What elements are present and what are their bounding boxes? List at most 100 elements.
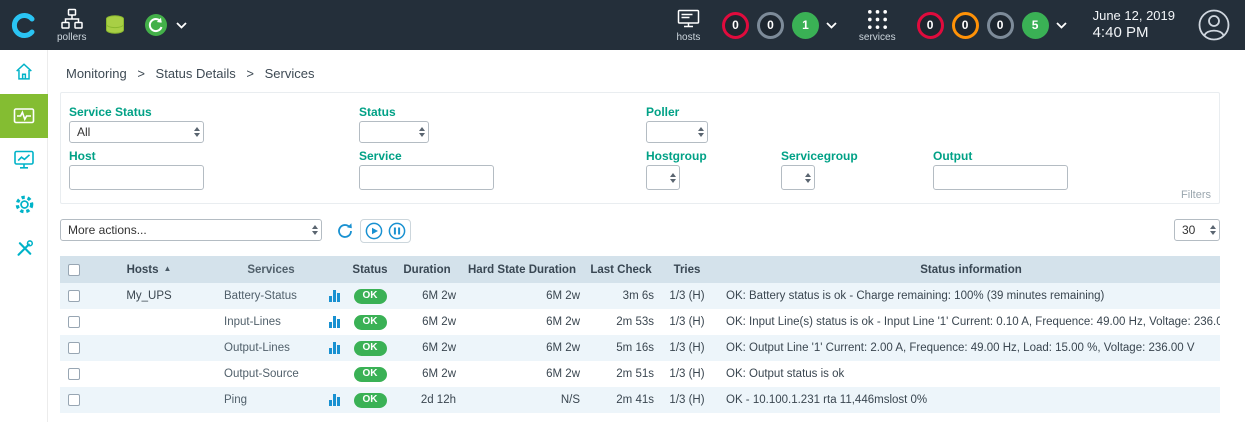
hard-state-duration-cell: 6M 2w	[460, 361, 584, 387]
select-all-checkbox[interactable]	[68, 264, 80, 276]
chevron-down-icon[interactable]	[176, 22, 187, 29]
sidebar-item-administration[interactable]	[0, 226, 48, 270]
service-name[interactable]: Output-Source	[210, 361, 322, 387]
hosts-label: hosts	[676, 33, 700, 43]
header-hard-state-duration[interactable]: Hard State Duration	[460, 256, 584, 283]
hard-state-duration-cell: N/S	[460, 387, 584, 413]
current-date: June 12, 2019	[1093, 8, 1175, 24]
header-services[interactable]: Services	[210, 256, 322, 283]
row-checkbox[interactable]	[68, 316, 80, 328]
header-last-check[interactable]: Last Check	[584, 256, 658, 283]
topbar: pollers	[0, 0, 1245, 50]
service-name[interactable]: Input-Lines	[210, 309, 322, 335]
more-actions-select[interactable]: More actions...	[60, 219, 322, 241]
user-profile-button[interactable]	[1197, 8, 1231, 42]
header-tries[interactable]: Tries	[658, 256, 716, 283]
select-arrows-icon	[698, 127, 704, 137]
reporting-icon	[12, 148, 36, 172]
sidebar-item-monitoring[interactable]	[0, 94, 48, 138]
chevron-down-icon[interactable]	[826, 22, 837, 29]
hostgroup-select[interactable]	[646, 165, 680, 190]
counter-badge[interactable]: 5	[1022, 12, 1049, 39]
tries-cell: 1/3 (H)	[658, 335, 716, 361]
administration-tools-icon	[13, 237, 36, 260]
platform-status[interactable]	[143, 12, 187, 38]
services-status-badges: 0005	[909, 12, 1049, 39]
host-name[interactable]	[88, 387, 210, 413]
header-graph	[322, 256, 346, 283]
graph-icon[interactable]	[329, 342, 340, 354]
chevron-down-icon[interactable]	[1056, 22, 1067, 29]
hosts-status-badges: 001	[714, 12, 819, 39]
graph-icon[interactable]	[329, 316, 340, 328]
centreon-logo[interactable]	[0, 0, 48, 50]
table-row: My_UPS Battery-Status OK 6M 2w 6M 2w 3m …	[60, 283, 1220, 309]
last-check-cell: 3m 6s	[584, 283, 658, 309]
play-icon[interactable]	[365, 222, 383, 240]
action-icons	[336, 218, 411, 244]
table-row: Input-Lines OK 6M 2w 6M 2w 2m 53s 1/3 (H…	[60, 309, 1220, 335]
row-checkbox[interactable]	[68, 394, 80, 406]
counter-badge[interactable]: 0	[952, 12, 979, 39]
page-size-value: 30	[1182, 223, 1195, 237]
last-check-cell: 2m 51s	[584, 361, 658, 387]
status-badge: OK	[354, 315, 387, 330]
host-label: Host	[69, 149, 96, 163]
database-status[interactable]	[103, 14, 127, 37]
header-status[interactable]: Status	[346, 256, 394, 283]
filters-panel-tag[interactable]: Filters	[1181, 189, 1211, 201]
status-information-cell: OK: Output Line '1' Current: 2.00 A, Fre…	[716, 335, 1220, 361]
host-name[interactable]	[88, 309, 210, 335]
breadcrumb-status-details[interactable]: Status Details	[156, 66, 236, 81]
row-checkbox[interactable]	[68, 368, 80, 380]
graph-icon[interactable]	[329, 394, 340, 406]
row-checkbox[interactable]	[68, 342, 80, 354]
counter-badge[interactable]: 0	[757, 12, 784, 39]
counter-badge[interactable]: 0	[987, 12, 1014, 39]
service-input[interactable]	[359, 165, 494, 190]
servicegroup-select[interactable]	[781, 165, 815, 190]
counter-badge[interactable]: 0	[917, 12, 944, 39]
pause-icon[interactable]	[388, 222, 406, 240]
centreon-logo-icon	[11, 12, 38, 39]
counter-badge[interactable]: 0	[722, 12, 749, 39]
refresh-icon[interactable]	[336, 222, 354, 240]
service-name[interactable]: Ping	[210, 387, 322, 413]
header-status-information[interactable]: Status information	[716, 256, 1220, 283]
host-input[interactable]	[69, 165, 204, 190]
host-name[interactable]	[88, 361, 210, 387]
status-label: Status	[359, 105, 396, 119]
breadcrumb-monitoring[interactable]: Monitoring	[66, 66, 127, 81]
status-badge: OK	[354, 341, 387, 356]
poller-select[interactable]	[646, 121, 708, 143]
service-status-select[interactable]: All	[69, 121, 204, 143]
status-select[interactable]	[359, 121, 429, 143]
header-hosts[interactable]: Hosts ▲	[88, 256, 210, 283]
counter-badge[interactable]: 1	[792, 12, 819, 39]
page-size-select[interactable]: 30	[1174, 219, 1220, 241]
table-row: Output-Source OK 6M 2w 6M 2w 2m 51s 1/3 …	[60, 361, 1220, 387]
services-table: Hosts ▲ Services Status Duration Hard St…	[60, 256, 1220, 413]
pollers-menu[interactable]: pollers	[57, 8, 86, 43]
table-row: Ping OK 2d 12h N/S 2m 41s 1/3 (H) OK - 1…	[60, 387, 1220, 413]
services-menu[interactable]: services	[859, 8, 896, 43]
host-name[interactable]: My_UPS	[88, 283, 210, 309]
output-input[interactable]	[933, 165, 1068, 190]
sidebar-item-reporting[interactable]	[0, 138, 48, 182]
duration-cell: 6M 2w	[394, 361, 460, 387]
service-label: Service	[359, 149, 402, 163]
sidebar-item-configuration[interactable]	[0, 182, 48, 226]
sidebar-item-home[interactable]	[0, 50, 48, 94]
service-name[interactable]: Output-Lines	[210, 335, 322, 361]
select-arrows-icon	[670, 173, 676, 183]
host-name[interactable]	[88, 335, 210, 361]
select-arrows-icon	[312, 225, 318, 235]
hosts-menu[interactable]: hosts	[676, 8, 701, 43]
service-name[interactable]: Battery-Status	[210, 283, 322, 309]
table-row: Output-Lines OK 6M 2w 6M 2w 5m 16s 1/3 (…	[60, 335, 1220, 361]
graph-icon[interactable]	[329, 290, 340, 302]
breadcrumb-services[interactable]: Services	[265, 66, 315, 81]
more-actions-value: More actions...	[68, 223, 147, 237]
row-checkbox[interactable]	[68, 290, 80, 302]
header-duration[interactable]: Duration	[394, 256, 460, 283]
